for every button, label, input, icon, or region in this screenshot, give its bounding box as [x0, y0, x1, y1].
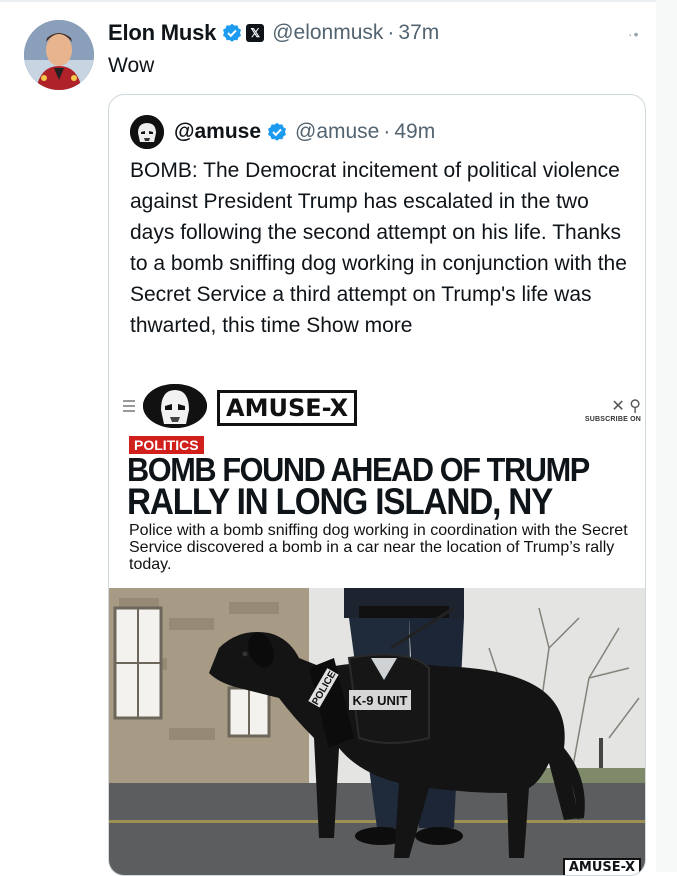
- article-summary: Police with a bomb sniffing dog working …: [129, 522, 628, 573]
- tweet-header: Elon Musk 𝕏 @elonmusk · 37m: [108, 18, 439, 48]
- stormtrooper-logo-icon: [143, 384, 207, 428]
- x-and-search-icon: ✕ ⚲: [611, 398, 641, 415]
- author-handle[interactable]: @elonmusk: [272, 21, 383, 45]
- stormtrooper-icon: [130, 115, 164, 149]
- avatar-image: [24, 20, 94, 90]
- vest-unit-label: K-9 UNIT: [353, 693, 408, 708]
- quoted-avatar[interactable]: [130, 115, 164, 149]
- subscribe-block: ✕ ⚲ SUBSCRIBE ON: [585, 396, 641, 423]
- quoted-handle[interactable]: @amuse: [295, 120, 379, 144]
- show-more-link[interactable]: Show more: [306, 314, 412, 337]
- tweet-timestamp[interactable]: 37m: [398, 21, 439, 45]
- quoted-header: @amuse @amuse · 49m: [130, 115, 435, 149]
- tweet-text: Wow: [108, 54, 155, 77]
- more-dots-icon[interactable]: ·•: [628, 26, 640, 42]
- quoted-author-name[interactable]: @amuse: [174, 120, 261, 144]
- subscribe-label: SUBSCRIBE ON: [584, 416, 641, 423]
- verified-badge-icon: [267, 122, 287, 142]
- verified-badge-icon: [222, 23, 242, 43]
- quoted-tweet-card[interactable]: @amuse @amuse · 49m BOMB: The Democrat i…: [108, 94, 646, 876]
- brand-logo: AMUSE-X: [217, 390, 358, 426]
- article-masthead: AMUSE-X ✕ ⚲ SUBSCRIBE ON: [109, 384, 645, 428]
- x-logo-icon: 𝕏: [246, 24, 265, 42]
- author-name[interactable]: Elon Musk: [108, 20, 216, 46]
- article-image[interactable]: AMUSE-X ✕ ⚲ SUBSCRIBE ON POLITICS BOMB F…: [109, 384, 645, 875]
- quoted-timestamp[interactable]: 49m: [394, 120, 435, 144]
- author-avatar[interactable]: [24, 20, 94, 90]
- separator-dot: ·: [383, 120, 391, 143]
- watermark-logo: AMUSE-X: [562, 858, 641, 875]
- k9-dog-photo: K-9 UNIT POLICE AMUSE-X: [109, 588, 645, 875]
- top-divider: [0, 0, 677, 2]
- separator-dot: ·: [387, 21, 395, 44]
- headline-line-2: RALLY IN LONG ISLAND, NY: [127, 481, 553, 522]
- quoted-text: BOMB: The Democrat incitement of politic…: [130, 159, 627, 337]
- menu-icon: [123, 400, 135, 415]
- quoted-text-block: BOMB: The Democrat incitement of politic…: [130, 155, 630, 341]
- side-panel-edge: [656, 0, 677, 872]
